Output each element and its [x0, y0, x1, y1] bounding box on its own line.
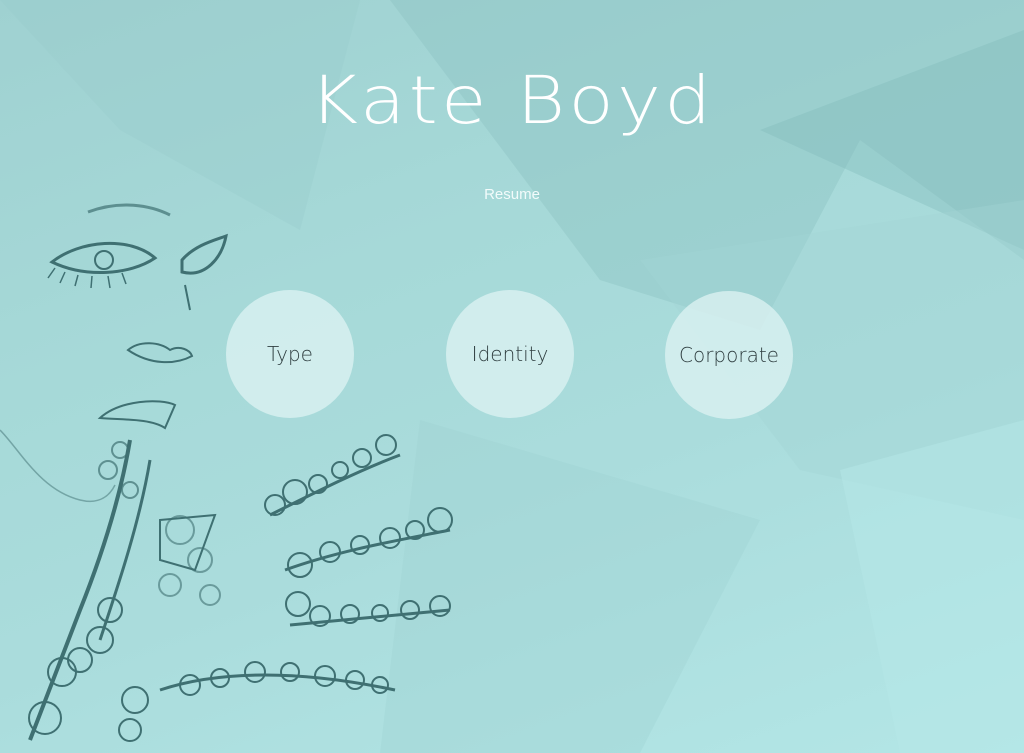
nav-circle-label: Type: [267, 342, 313, 366]
nav-circle-type[interactable]: Type: [226, 290, 354, 418]
nav-circle-label: Identity: [471, 342, 549, 366]
nav-circle-label: Corporate: [679, 343, 779, 367]
nav-circle-identity[interactable]: Identity: [446, 290, 574, 418]
page-subtitle: Resume: [484, 186, 540, 203]
nav-circle-corporate[interactable]: Corporate: [665, 291, 793, 419]
page-title: Kate Boyd: [309, 62, 715, 139]
